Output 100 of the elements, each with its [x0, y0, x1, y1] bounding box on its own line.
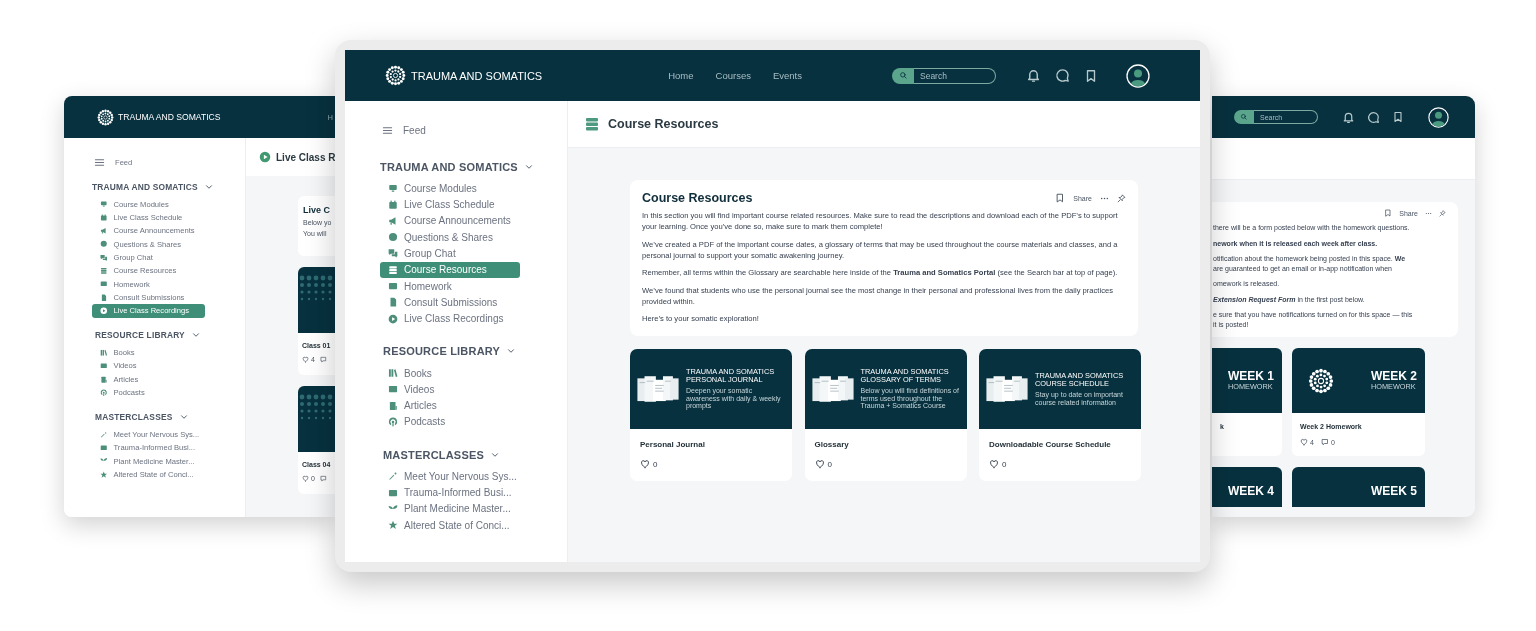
brand-name[interactable]: TRAUMA AND SOMATICS [411, 69, 543, 82]
podcast-icon [100, 388, 108, 397]
flower-logo-icon[interactable] [385, 65, 406, 86]
play-icon [388, 313, 398, 324]
heart-icon[interactable] [989, 459, 999, 469]
heart-icon[interactable] [302, 356, 309, 363]
brand-name[interactable]: TRAUMA AND SOMATICS [118, 112, 221, 122]
bookmark-icon[interactable] [1384, 209, 1393, 217]
page-title: Live Class R [276, 151, 335, 163]
screen-icon [388, 281, 398, 291]
megaphone-icon [100, 227, 108, 235]
sidebar-item[interactable]: Course Resources [380, 261, 520, 278]
question-icon [388, 232, 398, 243]
pin-icon[interactable] [1439, 209, 1446, 217]
screen-icon [100, 444, 108, 452]
bookmark-icon[interactable] [1084, 68, 1098, 83]
chat-icon[interactable] [1367, 110, 1380, 124]
page-title: Course Resources [608, 117, 719, 131]
sidebar-item[interactable]: Consult Submissions [380, 294, 520, 311]
nav-link[interactable]: Home [668, 70, 694, 81]
post-title: Live C [303, 205, 331, 215]
resource-title: Personal Journal [640, 440, 706, 449]
calendar-icon [100, 213, 108, 222]
video-icon [388, 384, 398, 395]
dot-pattern-drawing [298, 392, 335, 422]
bookmark-icon[interactable] [1392, 111, 1404, 123]
comment-icon[interactable] [319, 356, 327, 363]
section-heading: RESOURCE LIBRARY [95, 330, 185, 341]
search-button[interactable] [1234, 110, 1254, 124]
section-heading: TRAUMA AND SOMATICS [92, 181, 198, 192]
user-avatar[interactable] [1126, 63, 1150, 88]
question-icon [100, 240, 108, 248]
stack-icon [584, 116, 600, 132]
feed-link[interactable]: Feed [380, 123, 426, 137]
search-field[interactable]: Search [914, 67, 996, 84]
sidebar-item[interactable]: Videos [380, 381, 520, 398]
video-icon [100, 362, 108, 370]
screen-icon [100, 280, 108, 288]
menu-icon [94, 156, 105, 168]
sidebar-item[interactable]: Plant Medicine Master... [380, 500, 520, 518]
sidebar-item[interactable]: Course Modules [380, 180, 520, 197]
section-heading: MASTERCLASSES [95, 412, 173, 423]
document-icon [388, 297, 398, 308]
article-icon [388, 400, 398, 411]
flower-logo-icon[interactable] [97, 108, 114, 126]
books-icon [388, 368, 398, 378]
sidebar-item[interactable]: Questions & Shares [380, 229, 520, 246]
chat-bubbles-icon [100, 253, 108, 262]
sidebar-item[interactable]: Altered State of Conci... [380, 517, 520, 534]
thumbnail-title: WEEK 2 [1371, 370, 1417, 382]
heart-icon[interactable] [1300, 438, 1308, 446]
pin-icon[interactable] [1117, 193, 1126, 203]
sidebar-item[interactable]: Group Chat [380, 245, 520, 262]
bell-icon[interactable] [1026, 68, 1041, 83]
search-button[interactable] [892, 67, 914, 84]
megaphone-icon [388, 215, 398, 226]
sidebar-item[interactable]: Trauma-Informed Busi... [380, 484, 520, 501]
nav-link[interactable]: Events [772, 70, 802, 81]
comment-icon[interactable] [1320, 438, 1329, 446]
play-icon [100, 307, 108, 315]
sidebar-item[interactable]: Live Class Recordings [380, 310, 520, 327]
sidebar-item[interactable]: Homework [380, 277, 520, 295]
flower-emblem-icon [1308, 367, 1334, 394]
sidebar-item[interactable]: Books [380, 364, 520, 382]
sidebar-item[interactable]: Articles [380, 397, 520, 414]
books-icon [100, 348, 108, 357]
heart-icon[interactable] [302, 475, 309, 482]
thumbnail-title: WEEK 1 [1228, 370, 1274, 382]
sidebar-item[interactable]: Live Class Schedule [380, 196, 520, 213]
monitor-icon [100, 200, 108, 208]
stack-icon [388, 264, 398, 275]
post-title: Course Resources [642, 191, 753, 205]
comment-icon[interactable] [319, 475, 327, 482]
resource-title: Glossary [814, 440, 850, 449]
nav-link[interactable]: Courses [715, 70, 751, 81]
chat-icon[interactable] [1055, 68, 1070, 83]
heart-icon[interactable] [640, 459, 650, 469]
bookmark-icon[interactable] [1055, 193, 1066, 203]
dot-pattern-drawing [298, 273, 335, 303]
search-icon [1240, 113, 1248, 121]
resource-title: Downloadable Course Schedule [989, 440, 1112, 449]
monitor-icon [388, 183, 398, 194]
screen-icon [388, 487, 398, 498]
play-icon [259, 151, 271, 163]
search-icon [898, 71, 908, 80]
bell-icon[interactable] [1342, 110, 1355, 124]
podcast-icon [388, 416, 398, 427]
sidebar-item[interactable]: Podcasts [380, 413, 520, 431]
heart-icon[interactable] [814, 459, 825, 469]
like-count: 0 [653, 459, 658, 469]
thumbnail-title: WEEK 4 [1228, 484, 1274, 498]
sidebar-item[interactable]: Meet Your Nervous Sys... [380, 468, 520, 485]
homework-thumbnail[interactable]: WEEK 4 [1212, 467, 1282, 507]
menu-icon [382, 124, 393, 136]
homework-thumbnail[interactable]: WEEK 5 [1292, 467, 1425, 507]
sidebar-item[interactable]: Course Announcements [380, 212, 520, 229]
wand-icon [388, 471, 398, 482]
user-avatar[interactable] [1428, 106, 1449, 128]
like-count: 0 [1002, 459, 1007, 469]
article-icon [100, 375, 108, 384]
